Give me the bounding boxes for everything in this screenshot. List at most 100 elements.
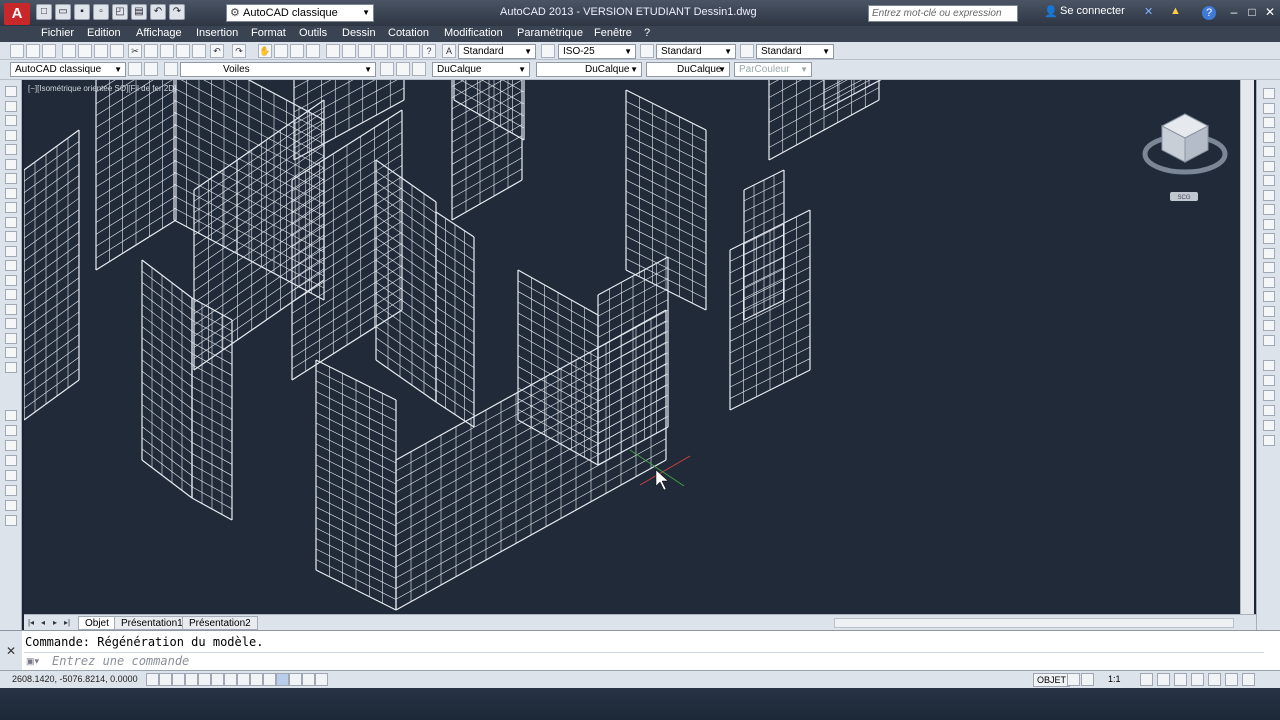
scale-icon[interactable] <box>1263 189 1275 201</box>
calculator-icon[interactable] <box>406 44 420 58</box>
mirror-icon[interactable] <box>1263 117 1275 128</box>
vertical-scrollbar[interactable] <box>1240 80 1254 614</box>
new-icon[interactable] <box>10 44 24 58</box>
draw-order-icon[interactable] <box>1263 390 1275 401</box>
wall-segment-3[interactable] <box>141 259 193 499</box>
quick-properties-toggle[interactable] <box>302 673 315 686</box>
menu-insertion[interactable]: Insertion <box>196 27 238 39</box>
signin-link[interactable]: Se connecter <box>1060 5 1125 17</box>
draw-order-icon[interactable] <box>5 455 17 466</box>
match-properties-icon[interactable] <box>176 44 190 58</box>
break-at-point-icon[interactable] <box>1263 247 1275 259</box>
quick-view-layouts-icon[interactable] <box>1067 673 1080 686</box>
transparency-toggle[interactable] <box>289 673 302 686</box>
undo-icon[interactable]: ↶ <box>210 44 224 58</box>
model-space-toggle[interactable]: OBJET <box>1033 673 1071 687</box>
construction-line-icon[interactable] <box>5 100 17 112</box>
save-as-icon[interactable]: ▫ <box>93 4 109 20</box>
text-style-select[interactable]: Standard ▼ <box>458 44 536 59</box>
pan-icon[interactable]: ✋ <box>258 44 272 58</box>
tab-presentation2[interactable]: Présentation2 <box>182 616 258 630</box>
paste-icon[interactable] <box>160 44 174 58</box>
design-center-icon[interactable] <box>342 44 356 58</box>
menu-affichage[interactable]: Affichage <box>136 27 182 39</box>
draw-order-icon[interactable] <box>1263 405 1275 416</box>
prev-tab-icon[interactable]: ◂ <box>38 617 48 628</box>
plot-preview-icon[interactable] <box>78 44 92 58</box>
quick-view-drawings-icon[interactable] <box>1081 673 1094 686</box>
sheet-set-icon[interactable] <box>374 44 388 58</box>
properties-icon[interactable] <box>326 44 340 58</box>
rotate-icon[interactable] <box>1263 175 1275 186</box>
command-input-row[interactable]: ▣▾ Entrez une commande <box>24 652 1264 670</box>
object-snap-toggle[interactable] <box>211 673 224 686</box>
plot-icon[interactable]: ◰ <box>112 4 128 20</box>
viewcube[interactable]: SCG <box>1140 106 1230 206</box>
coordinates-readout[interactable]: 2608.1420, -5076.8214, 0.0000 <box>12 674 138 684</box>
plot-icon[interactable] <box>62 44 76 58</box>
viewport-controls-label[interactable]: [−][Isométrique orientée SO][Fil de fer … <box>28 84 176 93</box>
revision-cloud-icon[interactable] <box>5 187 17 199</box>
draw-order-icon[interactable] <box>5 515 17 526</box>
drawing-viewport[interactable]: [−][Isométrique orientée SO][Fil de fer … <box>24 80 1240 614</box>
join-icon[interactable] <box>1263 276 1275 288</box>
wall-segment-16[interactable] <box>625 89 707 311</box>
spline-icon[interactable] <box>5 202 17 213</box>
tab-objet[interactable]: Objet <box>78 616 116 630</box>
communication-icon[interactable]: ▲ <box>1170 5 1181 17</box>
close-button[interactable]: ✕ <box>1262 5 1278 19</box>
wall-segment-18[interactable] <box>729 209 811 411</box>
markup-icon[interactable] <box>390 44 404 58</box>
zoom-window-icon[interactable] <box>290 44 304 58</box>
wall-segment-0[interactable] <box>24 129 80 421</box>
redo-icon[interactable]: ↷ <box>169 4 185 20</box>
draw-order-icon[interactable] <box>5 470 17 481</box>
color-select[interactable]: DuCalque ▼ <box>432 62 530 77</box>
menu-dessin[interactable]: Dessin <box>342 27 376 39</box>
copy-icon[interactable] <box>144 44 158 58</box>
polar-tracking-toggle[interactable] <box>198 673 211 686</box>
add-selected-icon[interactable] <box>5 361 17 373</box>
dim-style-select[interactable]: ISO-25 ▼ <box>558 44 636 59</box>
rectangle-icon[interactable] <box>5 144 17 155</box>
new-file-icon[interactable]: □ <box>36 4 52 20</box>
ellipse-arc-icon[interactable] <box>5 231 17 242</box>
open-icon[interactable] <box>26 44 40 58</box>
layer-manager-icon[interactable] <box>164 62 178 76</box>
next-tab-icon[interactable]: ▸ <box>50 617 60 628</box>
circle-icon[interactable] <box>5 173 17 184</box>
search-input[interactable]: Entrez mot-clé ou expression <box>868 5 1018 22</box>
wall-segment-10[interactable] <box>453 80 525 141</box>
point-icon[interactable] <box>5 274 17 286</box>
draw-order-icon[interactable] <box>5 500 17 511</box>
insert-block-icon[interactable] <box>5 245 17 257</box>
undo-icon[interactable]: ↶ <box>150 4 166 20</box>
extend-icon[interactable] <box>1263 233 1275 244</box>
layer-previous-icon[interactable] <box>396 62 410 76</box>
menu-edition[interactable]: Edition <box>87 27 121 39</box>
workspace-settings-icon[interactable] <box>128 62 142 76</box>
auto-scale-icon[interactable] <box>1157 673 1170 686</box>
print-icon[interactable]: ▤ <box>131 4 147 20</box>
fillet-icon[interactable] <box>1263 305 1275 317</box>
wall-segment-4[interactable] <box>191 297 233 521</box>
break-icon[interactable] <box>1263 262 1275 273</box>
region-icon[interactable] <box>5 318 17 329</box>
menu-format[interactable]: Format <box>251 27 286 39</box>
3d-object-snap-toggle[interactable] <box>224 673 237 686</box>
block-editor-icon[interactable] <box>192 44 206 58</box>
menu-parametrique[interactable]: Paramétrique <box>517 27 583 39</box>
polyline-icon[interactable] <box>5 115 17 126</box>
menu-cotation[interactable]: Cotation <box>388 27 429 39</box>
make-current-layer-icon[interactable] <box>380 62 394 76</box>
wall-segment-12[interactable] <box>315 359 397 611</box>
3d-dwf-icon[interactable] <box>110 44 124 58</box>
lineweight-toggle[interactable] <box>276 673 289 686</box>
wall-segment-17[interactable] <box>743 169 785 321</box>
annotation-scale[interactable]: 1:1 <box>1108 674 1121 684</box>
minimize-button[interactable]: – <box>1226 5 1242 19</box>
help-button[interactable]: ? <box>1202 6 1216 20</box>
redo-icon[interactable]: ↷ <box>232 44 246 58</box>
draw-order-icon[interactable] <box>1263 360 1275 371</box>
autocad-logo-button[interactable]: A <box>4 3 30 25</box>
